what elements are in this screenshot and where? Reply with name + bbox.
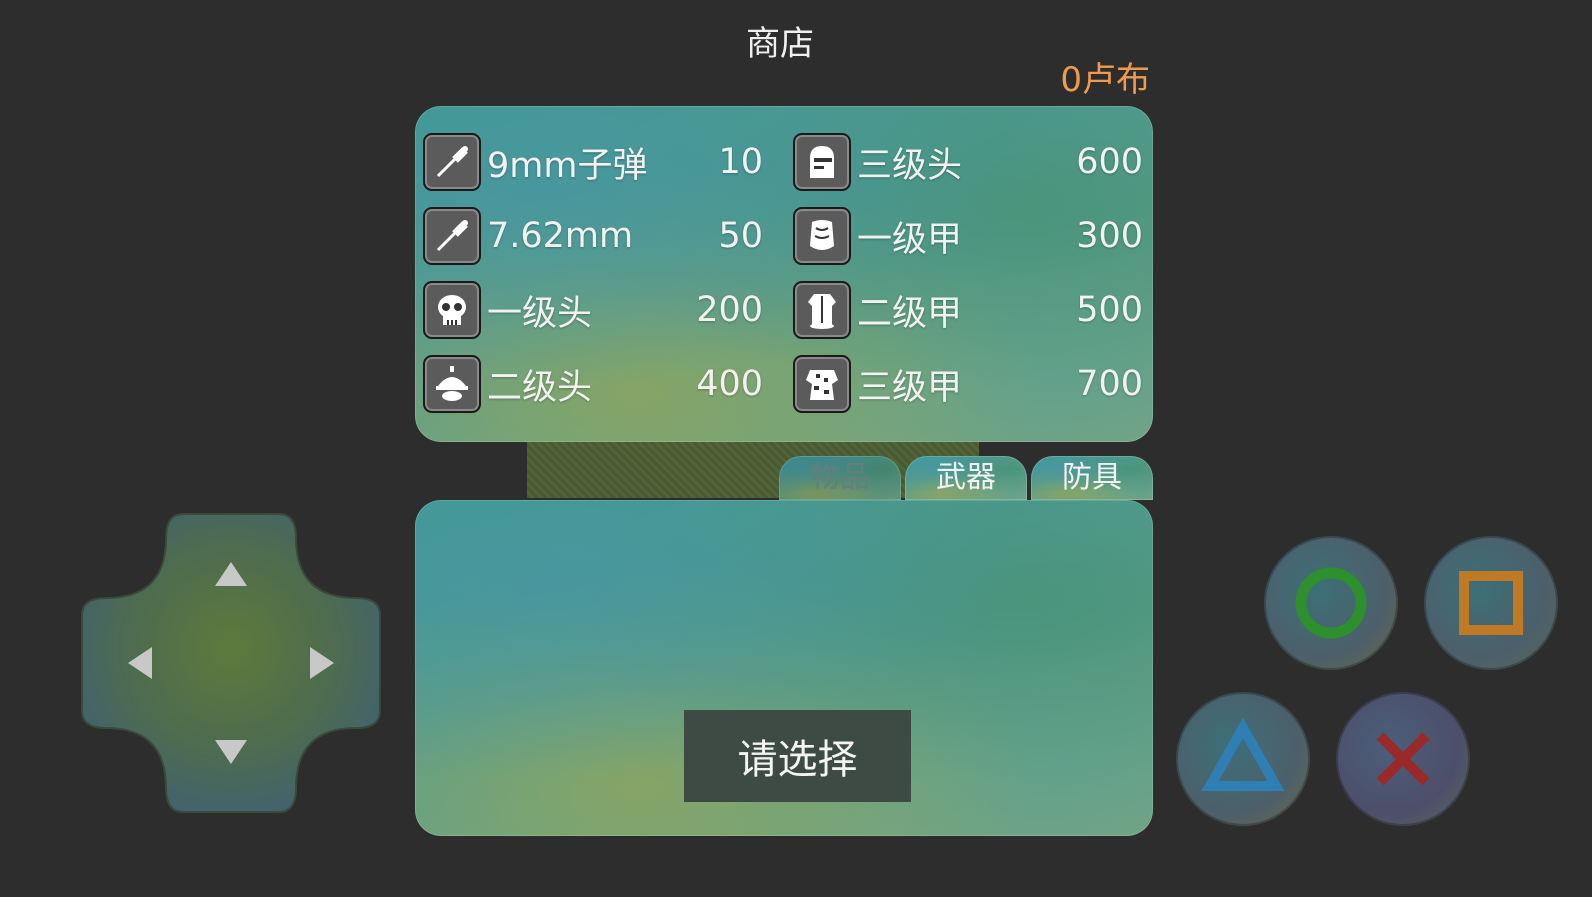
item-name: 一级甲 [857, 219, 963, 260]
item-name: 三级甲 [857, 367, 963, 408]
vest-armor-icon [793, 281, 851, 339]
tab-items[interactable]: 物品 [779, 456, 901, 500]
item-price: 600 [1076, 142, 1143, 182]
shop-item-helmet-3[interactable]: 三级头 600 [793, 130, 1143, 194]
square-button[interactable] [1424, 536, 1558, 670]
currency-balance: 0卢布 [1060, 60, 1150, 100]
item-name: 三级头 [857, 145, 963, 186]
item-price: 500 [1076, 290, 1143, 330]
shop-item-panel: 9mm子弹 10 7.62mm 50 一级头 200 二级头 400 三级头 6… [415, 106, 1153, 442]
item-name: 二级甲 [857, 293, 963, 334]
skull-helmet-icon [423, 281, 481, 339]
bullet-icon [423, 207, 481, 265]
shop-item-armor-2[interactable]: 二级甲 500 [793, 278, 1143, 342]
shop-item-helmet-2[interactable]: 二级头 400 [423, 352, 763, 416]
item-name: 7.62mm [487, 216, 634, 256]
triangle-icon [1201, 717, 1285, 791]
item-price: 50 [718, 216, 763, 256]
page-title: 商店 [746, 24, 814, 64]
square-icon [1459, 571, 1523, 635]
heavy-armor-icon [793, 355, 851, 413]
item-price: 700 [1076, 364, 1143, 404]
bullet-icon [423, 133, 481, 191]
light-armor-icon [793, 207, 851, 265]
select-prompt-button[interactable]: 请选择 [684, 710, 911, 802]
tab-armor[interactable]: 防具 [1031, 456, 1153, 500]
cross-button[interactable] [1336, 692, 1470, 826]
tab-weapons[interactable]: 武器 [905, 456, 1027, 500]
item-name: 9mm子弹 [487, 145, 648, 186]
cross-icon [1376, 732, 1430, 786]
shop-item-armor-3[interactable]: 三级甲 700 [793, 352, 1143, 416]
dpad[interactable] [78, 510, 384, 816]
item-name: 二级头 [487, 367, 593, 408]
army-helmet-icon [423, 355, 481, 413]
shop-item-762mm[interactable]: 7.62mm 50 [423, 204, 763, 268]
item-price: 300 [1076, 216, 1143, 256]
triangle-button[interactable] [1176, 692, 1310, 826]
circle-icon [1295, 567, 1367, 639]
shop-item-9mm[interactable]: 9mm子弹 10 [423, 130, 763, 194]
item-name: 一级头 [487, 293, 593, 334]
shop-item-armor-1[interactable]: 一级甲 300 [793, 204, 1143, 268]
item-price: 200 [696, 290, 763, 330]
item-price: 400 [696, 364, 763, 404]
shop-item-helmet-1[interactable]: 一级头 200 [423, 278, 763, 342]
visor-helmet-icon [793, 133, 851, 191]
item-price: 10 [718, 142, 763, 182]
circle-button[interactable] [1264, 536, 1398, 670]
